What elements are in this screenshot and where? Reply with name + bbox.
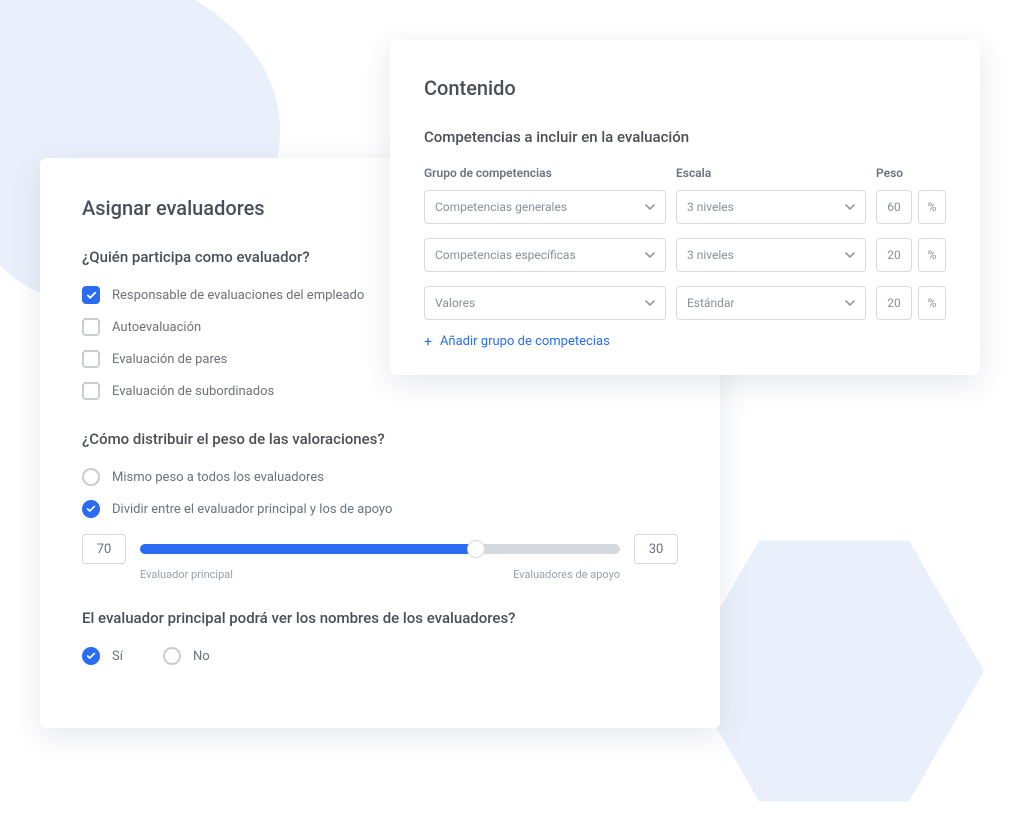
checkbox-icon: [82, 350, 100, 368]
table-row: Valores Estándar 20 %: [424, 286, 946, 320]
plus-icon: +: [424, 335, 432, 349]
checkbox-label: Responsable de evaluaciones del empleado: [112, 288, 364, 303]
chevron-down-icon: [845, 250, 855, 260]
slider-value-left[interactable]: 70: [82, 534, 126, 564]
content-card: Contenido Competencias a incluir en la e…: [390, 40, 980, 375]
checkbox-subordinates[interactable]: Evaluación de subordinados: [82, 382, 678, 400]
weight-slider-row: 70 30: [82, 534, 678, 564]
col-header-weight: Peso: [876, 166, 946, 180]
slider-value-right[interactable]: 30: [634, 534, 678, 564]
content-subtitle: Competencias a incluir en la evaluación: [424, 128, 946, 146]
weight-input[interactable]: 60: [876, 190, 912, 224]
table-header: Grupo de competencias Escala Peso: [424, 166, 946, 180]
radio-label: Sí: [112, 649, 123, 664]
slider-thumb[interactable]: [467, 540, 485, 558]
select-value: Competencias específicas: [435, 248, 576, 262]
slider-fill: [140, 544, 476, 554]
weight-input[interactable]: 20: [876, 286, 912, 320]
slider-label-left: Evaluador principal: [140, 568, 233, 581]
radio-no[interactable]: No: [163, 647, 210, 665]
chevron-down-icon: [845, 298, 855, 308]
add-competency-group-link[interactable]: + Añadir grupo de competecias: [424, 334, 946, 349]
chevron-down-icon: [845, 202, 855, 212]
radio-yes[interactable]: Sí: [82, 647, 123, 665]
table-row: Competencias generales 3 niveles 60 %: [424, 190, 946, 224]
question-see-names: El evaluador principal podrá ver los nom…: [82, 609, 678, 627]
scale-select[interactable]: 3 niveles: [676, 190, 866, 224]
radio-icon: [163, 647, 181, 665]
col-header-group: Grupo de competencias: [424, 166, 666, 180]
percent-label: %: [918, 238, 946, 272]
table-row: Competencias específicas 3 niveles 20 %: [424, 238, 946, 272]
radio-icon: [82, 647, 100, 665]
select-value: Valores: [435, 296, 475, 310]
add-link-label: Añadir grupo de competecias: [440, 334, 610, 349]
radio-label: No: [193, 649, 210, 664]
decoration-hexagon: [684, 526, 984, 816]
slider-labels: Evaluador principal Evaluadores de apoyo: [82, 568, 678, 581]
chevron-down-icon: [645, 202, 655, 212]
radio-label: Mismo peso a todos los evaluadores: [112, 470, 324, 485]
select-value: 3 niveles: [687, 248, 734, 262]
radio-split-weight[interactable]: Dividir entre el evaluador principal y l…: [82, 500, 678, 518]
group-select[interactable]: Valores: [424, 286, 666, 320]
checkbox-label: Autoevaluación: [112, 320, 201, 335]
scale-select[interactable]: 3 niveles: [676, 238, 866, 272]
percent-label: %: [918, 286, 946, 320]
weight-options-group: Mismo peso a todos los evaluadores Divid…: [82, 468, 678, 518]
weight-input[interactable]: 20: [876, 238, 912, 272]
card-title: Contenido: [424, 76, 946, 100]
radio-label: Dividir entre el evaluador principal y l…: [112, 502, 392, 517]
select-value: Estándar: [687, 296, 734, 310]
question-weight-distribution: ¿Cómo distribuir el peso de las valoraci…: [82, 430, 678, 448]
checkbox-icon: [82, 382, 100, 400]
group-select[interactable]: Competencias específicas: [424, 238, 666, 272]
chevron-down-icon: [645, 250, 655, 260]
checkbox-icon: [82, 318, 100, 336]
slider-label-right: Evaluadores de apoyo: [513, 568, 620, 581]
checkbox-label: Evaluación de subordinados: [112, 384, 274, 399]
names-visibility-group: Sí No: [82, 647, 678, 679]
checkbox-icon: [82, 286, 100, 304]
percent-label: %: [918, 190, 946, 224]
select-value: 3 niveles: [687, 200, 734, 214]
col-header-scale: Escala: [676, 166, 866, 180]
chevron-down-icon: [645, 298, 655, 308]
group-select[interactable]: Competencias generales: [424, 190, 666, 224]
select-value: Competencias generales: [435, 200, 567, 214]
radio-icon: [82, 468, 100, 486]
checkbox-label: Evaluación de pares: [112, 352, 227, 367]
radio-icon: [82, 500, 100, 518]
scale-select[interactable]: Estándar: [676, 286, 866, 320]
weight-slider[interactable]: [140, 544, 620, 554]
radio-equal-weight[interactable]: Mismo peso a todos los evaluadores: [82, 468, 678, 486]
